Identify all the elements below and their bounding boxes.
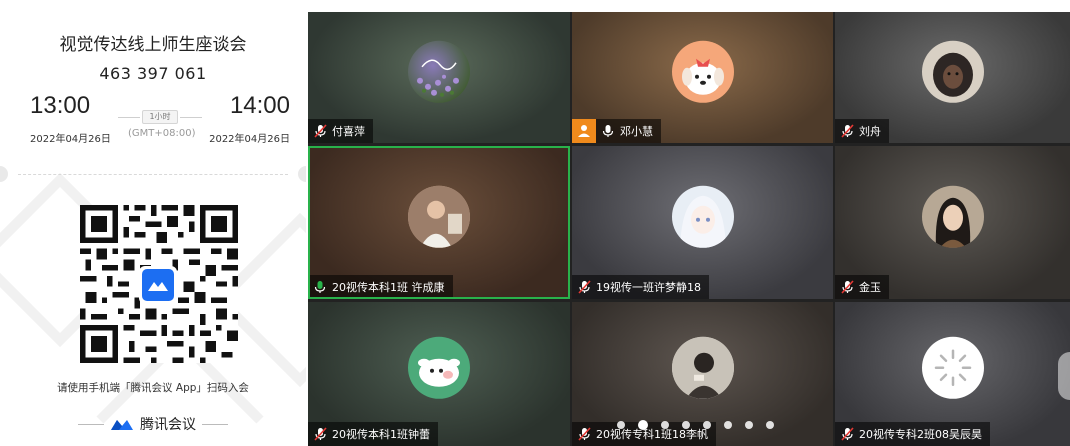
person-icon [578,125,590,137]
photo-avatar [408,185,470,248]
participant-tile[interactable]: 金玉 [835,146,1070,299]
name-tag: 金玉 [835,275,889,299]
participant-name: 邓小慧 [620,125,653,138]
brand-divider [78,423,104,425]
page-dot[interactable] [682,421,690,429]
start-time: 13:00 [30,92,91,119]
mic-muted-icon [314,427,327,441]
participant-tile[interactable]: 20视传专科2班08吴辰昊 [835,302,1070,446]
mic-icon [602,125,614,137]
timezone: (GMT+08:00) [128,128,196,139]
brand-name: 腾讯会议 [140,417,196,433]
mic-muted-icon [314,124,327,138]
duration-divider [118,117,140,118]
meeting-title: 视觉传达线上师生座谈会 [59,35,247,55]
mic-muted-icon [841,124,854,138]
page-dot[interactable] [661,421,669,429]
dashed-divider [18,174,288,175]
cartoon-dog-avatar [671,40,734,103]
name-tag: 付喜萍 [308,119,373,143]
participant-name: 19视传一班许梦静18 [596,281,701,294]
mic-speaking-icon [314,281,326,293]
name-tag: 邓小慧 [572,119,661,143]
loading-spinner-avatar [921,336,984,399]
participant-tile[interactable]: 20视传本科1班钟蕾 [308,302,570,446]
participant-tile[interactable]: 邓小慧 [572,12,833,143]
tencent-meeting-icon [111,420,133,430]
brand-divider [202,423,228,425]
page-dot[interactable] [766,421,774,429]
page-dot[interactable] [703,421,711,429]
meeting-id: 463 397 061 [99,64,207,83]
flowers-photo-avatar [408,40,470,103]
next-page-handle[interactable] [1058,352,1070,400]
participant-tile[interactable]: 19视传一班许梦静18 [572,146,833,299]
tencent-meeting-logo [139,266,177,304]
participant-name: 20视传本科1班 许成康 [332,281,445,294]
page-dot[interactable] [617,421,625,429]
meeting-invite-card: 视觉传达线上师生座谈会 463 397 061 13:00 1小时 14:00 … [0,0,306,446]
scan-instruction: 请使用手机端「腾讯会议 App」扫码入会 [57,382,249,394]
name-tag: 20视传本科1班 许成康 [308,275,453,299]
end-date: 2022年04月26日 [209,134,290,145]
participant-tile[interactable]: 刘舟 [835,12,1070,143]
brand-footer: 腾讯会议 [0,414,306,434]
participant-tile[interactable]: 20视传本科1班 许成康 [308,146,570,299]
selfie-avatar [921,185,984,248]
participant-name: 20视传专科2班08吴辰昊 [859,428,982,441]
page-dot[interactable] [724,421,732,429]
end-time: 14:00 [229,92,290,119]
mic-muted-icon [841,280,854,294]
participant-name: 付喜萍 [332,125,365,138]
start-date: 2022年04月26日 [30,134,111,145]
photo-avatar [671,336,734,399]
video-grid: 付喜萍 邓小慧 刘舟 20视传本科1班 许成康 19视传一班许梦静18 金玉 2… [308,12,1070,446]
duration-divider [180,117,202,118]
anime-girl-avatar [671,185,734,248]
participant-name: 刘舟 [859,125,881,138]
participant-name: 金玉 [859,281,881,294]
mic-muted-icon [841,427,854,441]
name-tag: 20视传专科2班08吴辰昊 [835,422,990,446]
screen-share-badge[interactable] [572,119,596,143]
name-tag: 20视传本科1班钟蕾 [308,422,438,446]
duration-badge: 1小时 [142,110,178,124]
page-dot-active[interactable] [638,420,648,430]
brand-icon [148,282,168,291]
cartoon-pig-avatar [408,336,470,399]
page-indicator [617,420,774,430]
mic-muted-icon [578,427,591,441]
page-dot[interactable] [745,421,753,429]
name-tag: 19视传一班许梦静18 [572,275,709,299]
participant-tile[interactable]: 付喜萍 [308,12,570,143]
participant-name: 20视传本科1班钟蕾 [332,428,430,441]
mic-muted-icon [578,280,591,294]
hooded-person-avatar [921,40,984,103]
name-tag: 刘舟 [835,119,889,143]
